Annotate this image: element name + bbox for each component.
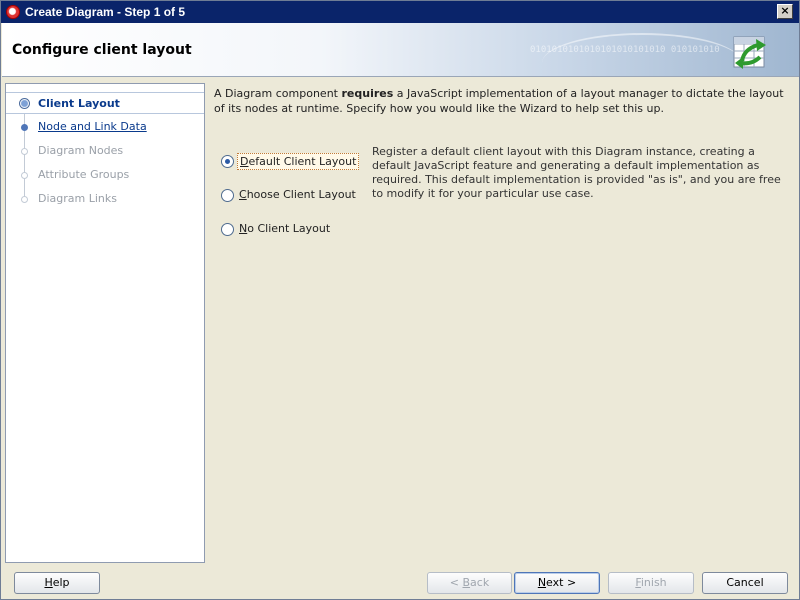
next-button[interactable]: Next > (514, 572, 600, 594)
radio-label: Choose Client Layout (239, 188, 356, 201)
radio-label: Default Client Layout (237, 153, 360, 170)
step-dot-icon (21, 196, 28, 203)
step-label: Node and Link Data (38, 120, 147, 133)
radio-button[interactable] (221, 223, 234, 236)
radio-button[interactable] (221, 189, 234, 202)
step-label: Client Layout (38, 97, 120, 110)
step-attribute-groups: Attribute Groups (6, 164, 204, 186)
radio-button[interactable] (221, 155, 234, 168)
option-description: Register a default client layout with th… (372, 145, 781, 200)
step-diagram-links: Diagram Links (6, 188, 204, 210)
window-title: Create Diagram - Step 1 of 5 (25, 5, 186, 19)
wizard-content: A Diagram component requires a JavaScrip… (209, 83, 795, 563)
current-step-icon (19, 98, 30, 109)
help-button[interactable]: Help (14, 572, 100, 594)
intro-text: A Diagram component requires a JavaScrip… (214, 87, 784, 115)
radio-label: No Client Layout (239, 222, 331, 235)
page-title: Configure client layout (12, 42, 192, 58)
step-dot-icon (21, 172, 28, 179)
wizard-steps-panel: Client Layout Node and Link Data Diagram… (5, 83, 205, 563)
dialog-window: Create Diagram - Step 1 of 5 × Configure… (0, 0, 800, 600)
step-label: Diagram Nodes (38, 144, 124, 157)
step-node-and-link-data[interactable]: Node and Link Data (6, 116, 204, 138)
header-decoration (542, 33, 742, 76)
wizard-diagram-icon (733, 36, 766, 69)
step-diagram-nodes: Diagram Nodes (6, 140, 204, 162)
wizard-header: Configure client layout 0101010101010101… (2, 23, 799, 77)
step-dot-icon (21, 148, 28, 155)
step-label: Diagram Links (38, 192, 117, 205)
intro-emphasis: requires (341, 87, 394, 100)
cancel-button[interactable]: Cancel (702, 572, 788, 594)
back-button[interactable]: < Back (427, 572, 512, 594)
finish-button[interactable]: Finish (608, 572, 694, 594)
step-dot-icon (21, 124, 28, 131)
step-label: Attribute Groups (38, 168, 130, 181)
close-icon[interactable]: × (777, 4, 793, 19)
title-bar[interactable]: Create Diagram - Step 1 of 5 × (1, 1, 799, 23)
step-client-layout[interactable]: Client Layout (6, 92, 204, 114)
oracle-logo-icon (6, 5, 20, 19)
